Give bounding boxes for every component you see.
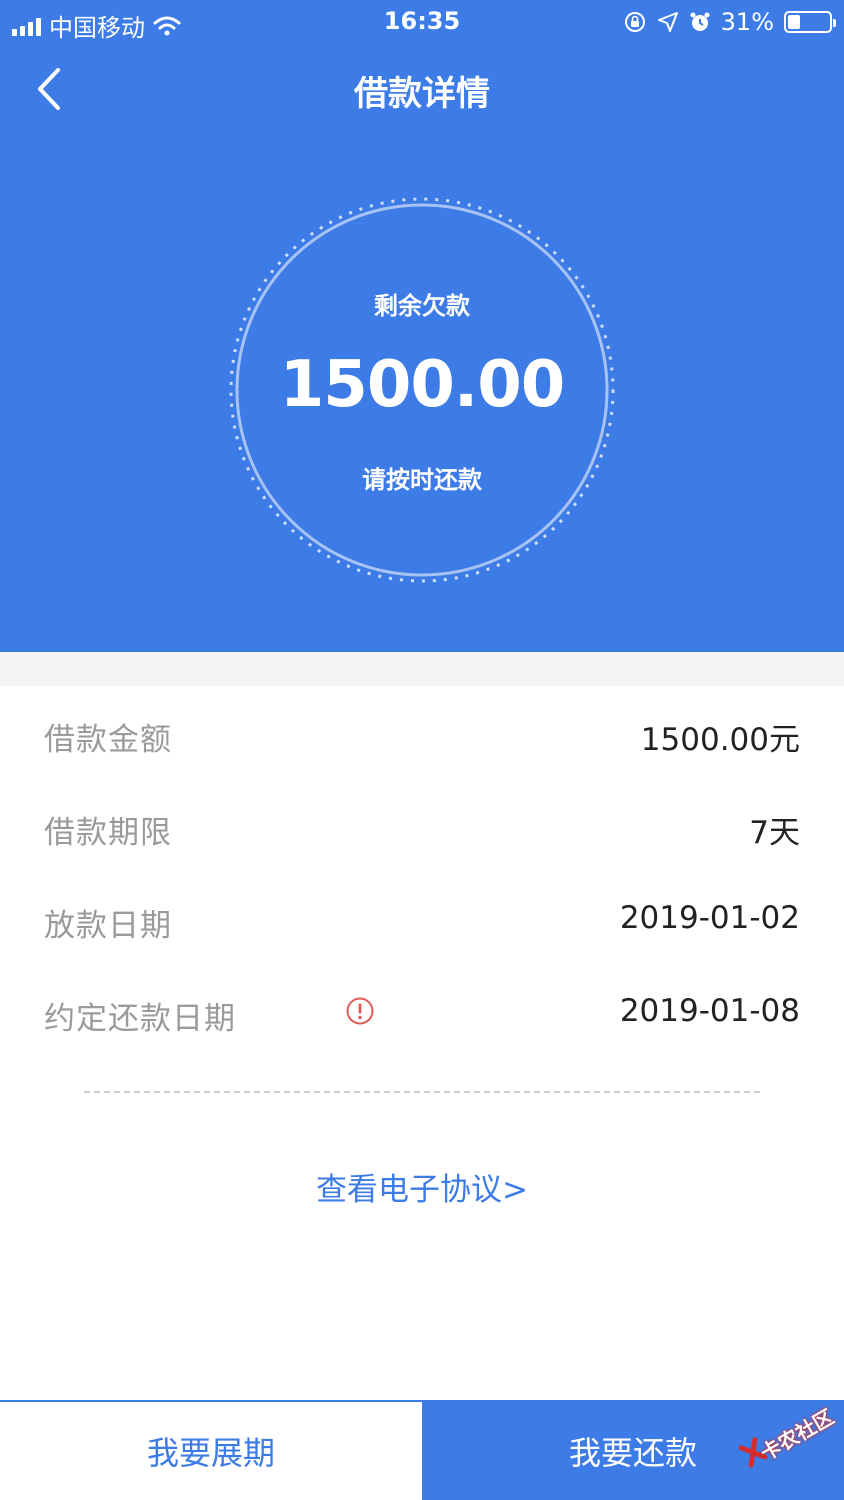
detail-value: 2019-01-08 [619, 993, 800, 1029]
detail-row-amount: 借款金额 1500.00元 [0, 686, 844, 779]
nav-bar: 借款详情 [0, 44, 844, 132]
repay-on-time-hint: 请按时还款 [362, 466, 482, 494]
dashed-divider [84, 1091, 760, 1093]
detail-row-disbursement-date: 放款日期 2019-01-02 [0, 872, 844, 965]
remaining-debt-amount: 1500.00 [279, 348, 566, 422]
battery-percent: 31% [720, 8, 774, 36]
battery-icon [784, 11, 836, 33]
remaining-debt-label: 剩余欠款 [374, 292, 470, 320]
header-hero: 中国移动 16:35 31% 借款详情 剩余欠款 1500.00 请按时还款 [0, 0, 844, 652]
bottom-action-bar: 我要展期 我要还款 [0, 1400, 844, 1500]
detail-label: 放款日期 [44, 908, 172, 944]
rotation-lock-icon [624, 12, 645, 32]
alarm-icon [690, 12, 710, 31]
detail-value: 2019-01-02 [619, 900, 800, 936]
loan-detail-list: 借款金额 1500.00元 借款期限 7天 放款日期 2019-01-02 约定… [0, 686, 844, 1058]
status-bar-right: 31% [623, 8, 836, 36]
detail-label: 借款金额 [44, 722, 172, 758]
page-title: 借款详情 [354, 74, 490, 114]
detail-value: 1500.00元 [640, 722, 800, 758]
battery-level [788, 15, 800, 29]
detail-row-term: 借款期限 7天 [0, 779, 844, 872]
warning-icon[interactable] [345, 996, 375, 1026]
detail-value: 7天 [749, 815, 800, 851]
extend-loan-button[interactable]: 我要展期 [0, 1402, 422, 1500]
detail-label: 约定还款日期 [44, 1001, 236, 1037]
loan-detail-page: 中国移动 16:35 31% 借款详情 剩余欠款 1500.00 请按时还款 借… [0, 0, 844, 1500]
location-arrow-icon [657, 12, 678, 32]
status-bar: 中国移动 16:35 31% [0, 0, 844, 44]
section-divider [0, 652, 844, 686]
detail-row-due-date: 约定还款日期 2019-01-08 [0, 965, 844, 1058]
detail-label: 借款期限 [44, 815, 172, 851]
view-agreement-link[interactable]: 查看电子协议> [0, 1164, 844, 1209]
